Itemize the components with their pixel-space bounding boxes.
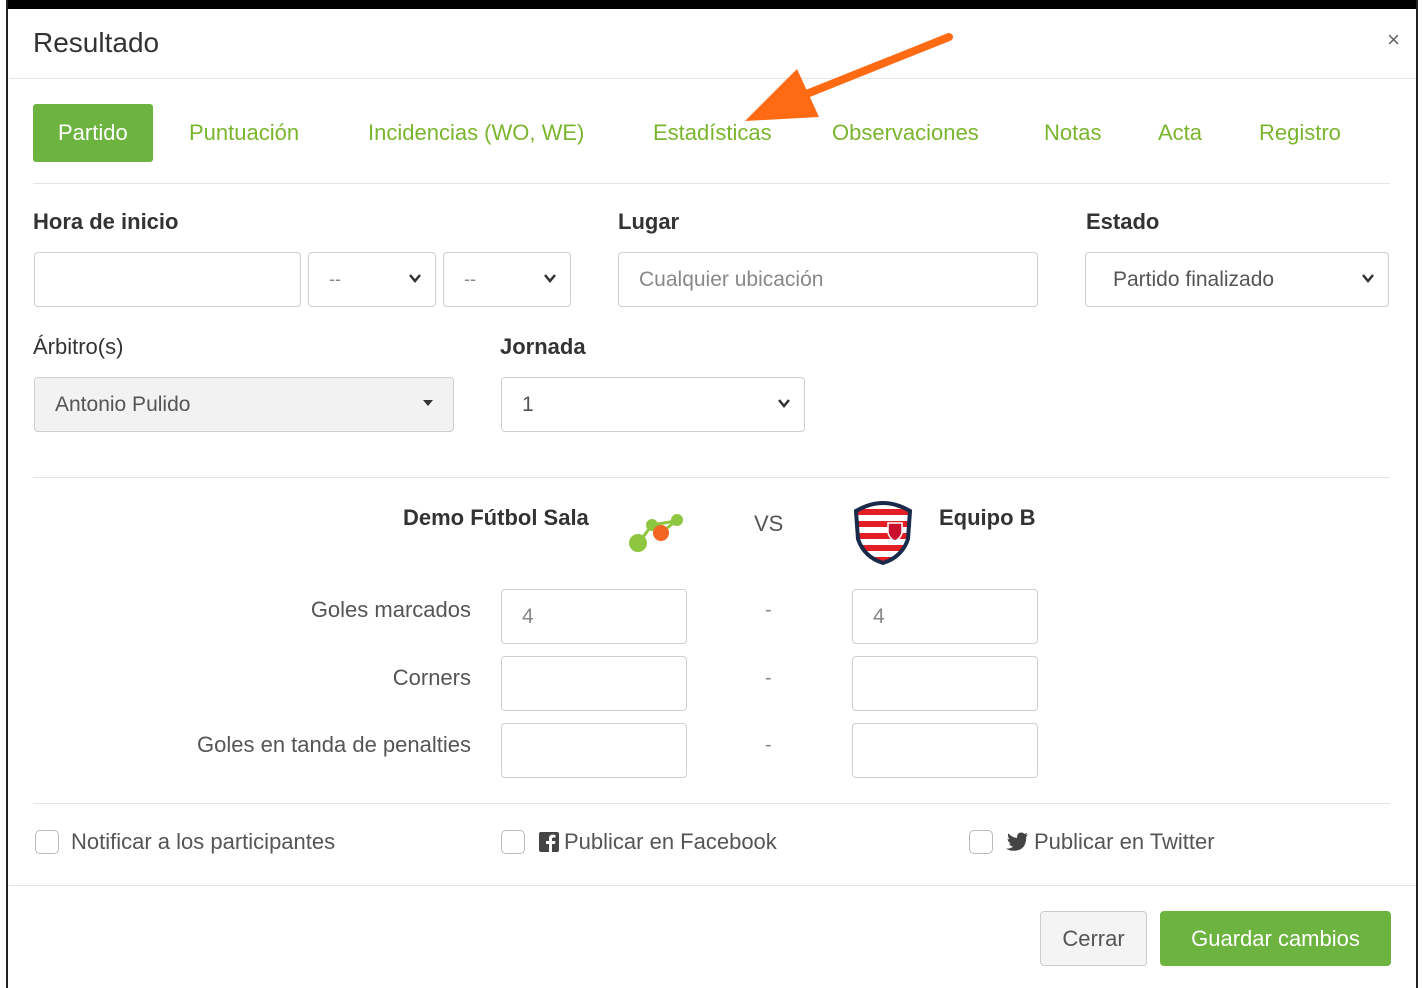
tab-partido[interactable]: Partido — [33, 104, 153, 162]
status-select[interactable]: Partido finalizado — [1085, 252, 1389, 307]
twitter-label: Publicar en Twitter — [1034, 829, 1215, 854]
annotation-arrow-icon — [745, 33, 953, 121]
facebook-label: Publicar en Facebook — [564, 829, 777, 854]
twitter-icon — [1006, 832, 1028, 851]
referees-label: Árbitro(s) — [33, 334, 124, 359]
chevron-down-icon — [1360, 253, 1376, 306]
screenshot-frame: Resultado × Partido Puntuación Incidenci… — [0, 0, 1425, 988]
start-date-input[interactable] — [34, 252, 301, 307]
frame-right-border — [1416, 0, 1425, 988]
tab-puntuacion[interactable]: Puntuación — [189, 104, 299, 162]
save-changes-button[interactable]: Guardar cambios — [1160, 911, 1391, 966]
start-time-label: Hora de inicio — [33, 209, 179, 234]
chevron-down-icon — [407, 253, 423, 306]
corners-row-label: Corners — [392, 665, 471, 690]
corners-separator: - — [765, 667, 772, 689]
options-divider — [33, 803, 1390, 804]
facebook-icon — [539, 832, 559, 852]
penalties-row-label: Goles en tanda de penalties — [197, 732, 471, 757]
tab-bar: Partido Puntuación Incidencias (WO, WE) … — [33, 104, 1390, 184]
tab-registro[interactable]: Registro — [1259, 104, 1341, 162]
home-goals-input[interactable]: 4 — [501, 589, 687, 644]
away-team-name: Equipo B — [939, 505, 1036, 530]
notify-label: Notificar a los participantes — [71, 829, 336, 854]
away-goals-input[interactable]: 4 — [852, 589, 1038, 644]
chevron-down-icon — [776, 378, 792, 431]
round-label: Jornada — [500, 334, 586, 359]
frame-top-border — [0, 0, 1425, 9]
home-corners-input[interactable] — [501, 656, 687, 711]
home-team-name: Demo Fútbol Sala — [403, 505, 589, 530]
away-team-crest-icon — [853, 501, 913, 565]
round-select-value: 1 — [522, 393, 534, 416]
chevron-down-icon — [542, 253, 558, 306]
goals-row-label: Goles marcados — [310, 597, 471, 622]
goals-separator: - — [765, 599, 772, 621]
home-penalties-input[interactable] — [501, 723, 687, 778]
hour-select-value: -- — [329, 269, 341, 289]
away-corners-input[interactable] — [852, 656, 1038, 711]
facebook-checkbox[interactable] — [501, 830, 525, 854]
referees-select[interactable]: Antonio Pulido — [34, 377, 454, 432]
frame-left-border — [0, 0, 8, 988]
referees-select-value: Antonio Pulido — [55, 393, 191, 416]
close-icon[interactable]: × — [1387, 27, 1400, 53]
modal-title: Resultado — [33, 27, 160, 58]
home-team-logo-icon — [629, 514, 683, 552]
modal-footer-divider — [9, 885, 1416, 886]
tab-incidencias[interactable]: Incidencias (WO, WE) — [368, 104, 584, 162]
penalties-separator: - — [765, 734, 772, 756]
round-select[interactable]: 1 — [501, 377, 805, 432]
section-divider — [33, 477, 1390, 478]
status-label: Estado — [1086, 209, 1160, 234]
place-input[interactable]: Cualquier ubicación — [618, 252, 1038, 307]
notify-checkbox[interactable] — [35, 830, 59, 854]
vs-label: VS — [754, 511, 784, 536]
place-label: Lugar — [618, 209, 680, 234]
minute-select[interactable]: -- — [443, 252, 571, 307]
close-button[interactable]: Cerrar — [1040, 911, 1147, 966]
tab-notas[interactable]: Notas — [1044, 104, 1101, 162]
hour-select[interactable]: -- — [308, 252, 436, 307]
caret-down-icon — [421, 378, 435, 431]
away-penalties-input[interactable] — [852, 723, 1038, 778]
twitter-checkbox[interactable] — [969, 830, 993, 854]
modal-header: Resultado × — [9, 9, 1416, 79]
tab-acta[interactable]: Acta — [1158, 104, 1202, 162]
status-select-value: Partido finalizado — [1113, 268, 1275, 291]
minute-select-value: -- — [464, 269, 476, 289]
result-modal: Resultado × Partido Puntuación Incidenci… — [9, 9, 1416, 988]
